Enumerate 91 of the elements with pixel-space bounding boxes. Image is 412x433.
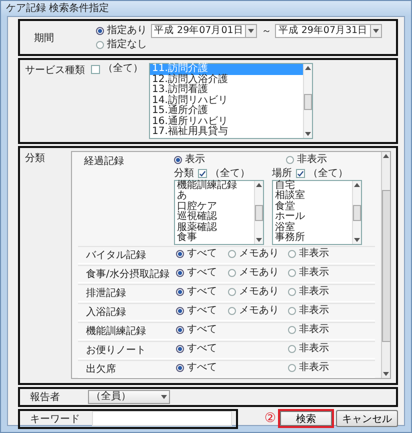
list-item[interactable]: あ: [175, 191, 254, 202]
record-label: 排泄記録: [85, 286, 127, 300]
radio-option[interactable]: 指定あり: [96, 25, 147, 37]
checkmark-icon: [199, 170, 206, 178]
list-item[interactable]: 服薬確認: [175, 222, 254, 233]
scrollbar[interactable]: [352, 180, 361, 244]
section-label: 分類: [25, 152, 46, 164]
dialog-button[interactable]: 検索: [278, 409, 334, 428]
radio-option[interactable]: 非表示: [288, 343, 329, 355]
radio-option[interactable]: すべて: [176, 267, 217, 279]
date-dropdown[interactable]: 平成 29年07月31日: [275, 24, 382, 38]
down-arrow-icon: [383, 372, 389, 376]
scrollbar[interactable]: [303, 64, 312, 138]
radio-option[interactable]: すべて: [176, 248, 217, 260]
radio-option[interactable]: すべて: [176, 305, 217, 317]
down-arrow-icon: [305, 132, 311, 136]
checkbox-option[interactable]: （全て）: [198, 168, 250, 180]
step-number: ②: [264, 411, 276, 426]
scrollbar[interactable]: [381, 152, 390, 378]
list-item[interactable]: 口腔ケア: [175, 202, 254, 212]
radio-option[interactable]: 非表示: [286, 154, 327, 166]
up-arrow-icon: [354, 182, 360, 186]
scrollbar-thumb[interactable]: [304, 94, 312, 110]
radio-option[interactable]: 非表示: [288, 248, 329, 260]
down-arrow-icon: [372, 29, 379, 33]
radio-option[interactable]: 非表示: [288, 286, 329, 298]
field-label: キーワード: [30, 412, 81, 426]
list-item[interactable]: 13.訪問看護: [150, 85, 303, 96]
list-item[interactable]: 浴室: [273, 222, 352, 233]
record-label: 機能訓練記録: [85, 324, 147, 338]
radio-option[interactable]: 指定なし: [96, 39, 382, 51]
section-label: サービス種類: [25, 64, 85, 77]
radio-option[interactable]: 非表示: [288, 324, 329, 336]
section-label: 期間: [34, 32, 55, 44]
record-label: 出欠席: [85, 362, 117, 376]
down-arrow-icon: [161, 394, 167, 398]
radio-option[interactable]: すべて: [176, 324, 217, 336]
checkbox-option[interactable]: （全て）: [296, 168, 348, 180]
up-arrow-icon: [383, 154, 389, 158]
record-label: 食事/水分摂取記録: [85, 268, 170, 280]
scrollbar-thumb[interactable]: [382, 190, 390, 342]
list-item[interactable]: 16.通所リハビリ: [150, 116, 303, 127]
radio-option[interactable]: メモあり: [228, 267, 279, 279]
radio-option[interactable]: メモあり: [228, 248, 279, 260]
list-item[interactable]: 機能訓練記録: [175, 180, 254, 191]
list-item[interactable]: 14.訪問リハビリ: [150, 96, 303, 106]
list-item[interactable]: 巡視確認: [175, 212, 254, 222]
checkbox-option[interactable]: （全て）: [91, 63, 143, 75]
radio-option[interactable]: 非表示: [288, 267, 329, 279]
radio-option[interactable]: すべて: [176, 343, 217, 355]
down-arrow-icon: [256, 238, 262, 242]
scrollbar-thumb[interactable]: [353, 205, 361, 221]
list-item[interactable]: 自宅: [273, 180, 352, 191]
service-listbox[interactable]: 11.訪問介護 12.訪問入浴介護 13.訪問看護 14.訪問リハビリ 15.通所介護 16.通所リハビリ 17.福祉用具貸与: [149, 63, 313, 138]
keyword-field[interactable]: [92, 411, 232, 426]
radio-option[interactable]: 非表示: [288, 362, 329, 374]
radio-option[interactable]: 表示: [174, 154, 205, 166]
dialog-button[interactable]: キャンセル: [336, 410, 398, 427]
down-arrow-icon: [248, 29, 254, 33]
down-arrow-icon: [354, 238, 360, 242]
list-item[interactable]: 相談室: [273, 191, 352, 202]
list-label: 場所: [272, 168, 292, 180]
scrollbar[interactable]: [254, 180, 263, 244]
range-separator: ～: [261, 25, 272, 38]
record-label: バイタル記録: [85, 248, 147, 262]
list-label: 分類: [174, 168, 194, 180]
checkmark-icon: [297, 170, 304, 178]
list-item[interactable]: 事務所: [273, 233, 352, 244]
up-arrow-icon: [256, 182, 262, 186]
listbox[interactable]: 機能訓練記録 あ 口腔ケア 巡視確認 服薬確認 食事: [174, 180, 264, 244]
list-item[interactable]: 15.通所介護: [150, 106, 303, 116]
radio-option[interactable]: 非表示: [288, 305, 329, 317]
list-item[interactable]: 12.訪問入浴介護: [150, 74, 303, 85]
list-item[interactable]: 17.福祉用具貸与: [150, 127, 303, 138]
window-title: ケア記録 検索条件指定: [1, 1, 411, 16]
record-label: 経過記録: [83, 154, 125, 168]
list-item[interactable]: 食堂: [273, 202, 352, 212]
radio-option[interactable]: メモあり: [228, 286, 279, 298]
date-dropdown[interactable]: 平成 29年07月01日: [151, 24, 258, 38]
scrollbar-thumb[interactable]: [255, 205, 263, 221]
list-item[interactable]: ホール: [273, 212, 352, 222]
radio-option[interactable]: メモあり: [228, 305, 279, 317]
listbox[interactable]: 自宅 相談室 食堂 ホール 浴室 事務所: [272, 180, 362, 244]
record-label: お便りノート: [85, 344, 147, 356]
radio-option[interactable]: すべて: [176, 362, 217, 374]
reporter-dropdown[interactable]: （全員）: [88, 390, 170, 404]
field-label: 報告者: [30, 390, 61, 404]
radio-option[interactable]: すべて: [176, 286, 217, 298]
list-item[interactable]: 食事: [175, 233, 254, 244]
up-arrow-icon: [305, 66, 311, 70]
record-label: 入浴記録: [85, 306, 127, 318]
